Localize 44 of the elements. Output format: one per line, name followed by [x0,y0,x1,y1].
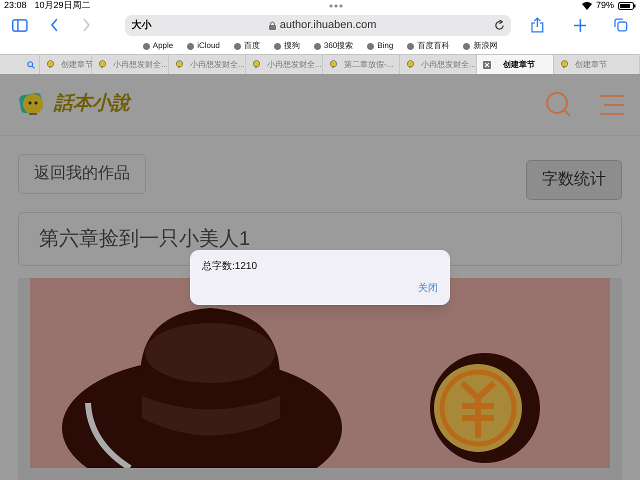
bookmark-link[interactable]: 新浪网 [473,40,498,52]
bookmark-link[interactable]: Apple [152,40,174,52]
favicon-icon [407,42,414,50]
search-icon[interactable] [27,60,35,68]
bookmark-link[interactable]: Bing [377,40,394,52]
plus-icon[interactable] [574,18,586,32]
address-bar[interactable]: 大小 author.ihuaben.com [125,14,511,36]
favicon-icon [463,42,470,50]
word-count-button[interactable]: 字数统计 [526,160,622,200]
bookmark-link[interactable]: iCloud [197,40,220,52]
status-date: 10月29日周二 [34,0,91,12]
speech-bubble-icon [46,60,55,69]
speech-bubble-icon [98,60,107,69]
lock-icon [268,20,276,30]
favicon-icon [274,42,281,50]
more-dots-icon [329,4,344,8]
tabs-overview-icon[interactable] [614,18,628,32]
favicon-icon [367,42,374,50]
bookmark-link[interactable]: 搜狗 [284,40,300,52]
favicon-icon [142,42,150,50]
battery-icon [618,2,636,10]
speech-bubble-icon [406,60,415,69]
sidebar-icon[interactable] [12,18,28,32]
speech-bubble-icon [252,60,261,69]
bookmark-link[interactable]: 百度 [244,40,260,52]
url-text: author.ihuaben.com [280,18,376,33]
battery-percent: 79% [596,0,614,12]
reload-icon[interactable] [494,20,505,30]
back-to-works-button[interactable]: 返回我的作品 [18,154,146,194]
speech-bubble-icon [560,60,569,69]
text-size-button[interactable]: 大小 [131,18,152,32]
speech-bubble-icon [329,60,338,69]
wifi-icon [582,2,592,10]
close-icon[interactable] [483,60,491,68]
bookmark-link[interactable]: 360搜索 [324,40,354,52]
bookmark-link[interactable]: 百度百科 [417,40,450,52]
favicon-icon [187,42,194,50]
favicon-icon [234,42,241,50]
browser-tab[interactable]: 创建章节 [477,55,554,74]
clock-time: 23:08 [4,0,27,12]
share-icon[interactable] [530,17,544,33]
favicon-icon [314,42,321,50]
speech-bubble-icon [175,60,184,69]
logo-text: 話本小說 [54,91,130,116]
